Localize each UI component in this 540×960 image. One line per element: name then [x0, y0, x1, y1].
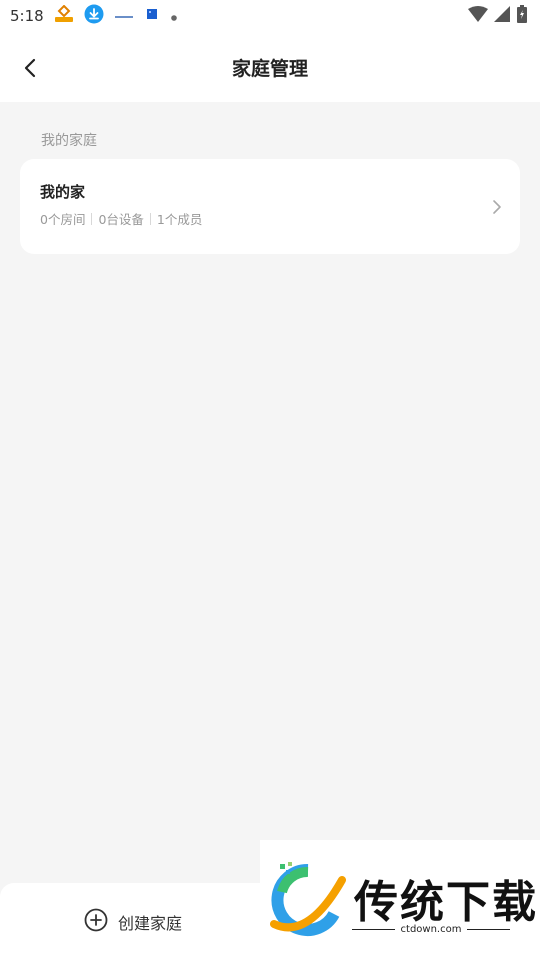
- notification-icons: [54, 4, 178, 28]
- stat-divider: [149, 212, 151, 225]
- watermark-line: [467, 928, 510, 931]
- screen: 5:18 家庭管理 我的家庭 我的家 0个房间 0台设备 1个成员 创建家庭 传…: [0, 0, 540, 960]
- chevron-left-icon: [24, 58, 36, 78]
- member-count: 1个成员: [156, 212, 203, 227]
- watermark-url: ctdown.com: [400, 924, 462, 935]
- back-button[interactable]: [16, 54, 44, 82]
- home-card[interactable]: 我的家 0个房间 0台设备 1个成员: [20, 159, 520, 254]
- battery-charging-icon: [516, 5, 528, 27]
- download-icon: [84, 4, 104, 28]
- section-label: 我的家庭: [41, 133, 97, 149]
- watermark-logo-icon: [268, 862, 348, 942]
- app-notification-icon: [54, 4, 74, 27]
- device-count: 0台设备: [98, 212, 144, 227]
- stat-divider: [91, 212, 93, 225]
- signal-icon: [494, 6, 510, 26]
- create-home-button[interactable]: 创建家庭: [84, 908, 183, 936]
- wifi-icon: [468, 6, 488, 26]
- status-time: 5:18: [10, 7, 44, 25]
- home-name: 我的家: [40, 183, 86, 201]
- home-stats: 0个房间 0台设备 1个成员: [40, 209, 202, 228]
- system-status-icons: [468, 5, 528, 27]
- create-home-label: 创建家庭: [118, 914, 183, 933]
- watermark-url-row: ctdown.com: [352, 924, 510, 935]
- box-notification-icon: [144, 6, 160, 26]
- chevron-right-icon: [492, 199, 502, 219]
- add-circle-icon: [84, 908, 108, 936]
- room-count: 0个房间: [40, 212, 86, 227]
- more-notifications-dot-icon: [170, 7, 178, 26]
- header: 家庭管理: [0, 32, 540, 102]
- page-title: 家庭管理: [231, 57, 308, 80]
- watermark-line: [352, 928, 395, 931]
- brand-notification-icon: [114, 7, 134, 26]
- watermark-text: 传统下载: [354, 877, 538, 928]
- status-bar: 5:18: [0, 0, 540, 32]
- watermark: 传统下载 ctdown.com: [260, 840, 540, 960]
